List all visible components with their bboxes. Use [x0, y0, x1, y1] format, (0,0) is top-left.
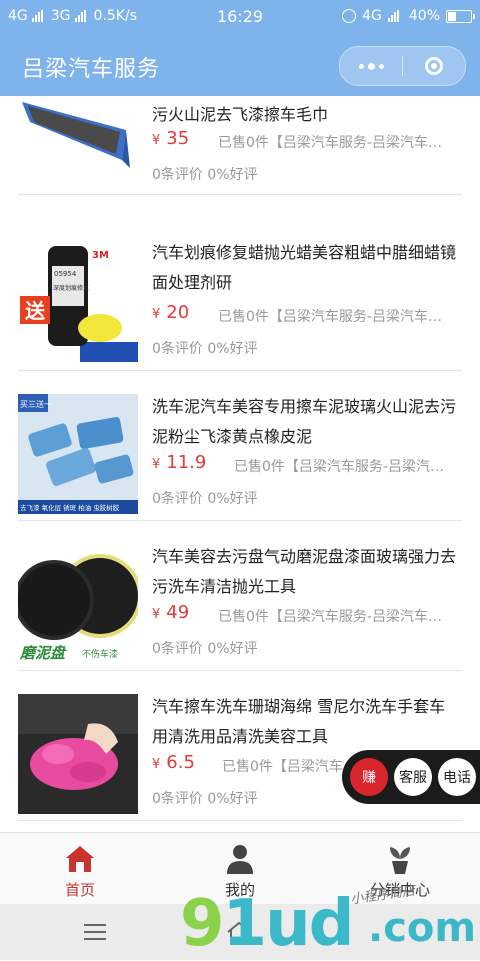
review-info: 0条评价 0%好评 [152, 167, 258, 183]
currency-symbol: ¥ [152, 133, 161, 148]
tab-mine[interactable]: 我的 [160, 833, 320, 905]
towel-image [18, 96, 138, 192]
miniprogram-capsule [339, 46, 466, 86]
tab-bar: 首页 我的 分销中心 [0, 832, 480, 905]
currency-symbol: ¥ [152, 457, 161, 472]
sold-info: 已售0件【吕梁汽车服务-吕梁汽… [234, 459, 444, 475]
product-price: ¥49 [152, 602, 189, 623]
menu-icon[interactable] [84, 924, 106, 940]
product-image[interactable]: 3M 05954 深度划痕修复 送 [18, 242, 138, 362]
system-nav-bar [0, 904, 480, 960]
battery-percent: 40% [408, 8, 440, 24]
product-item[interactable]: 磨泥盘 不伤车漆 汽车美容去污盘气动磨泥盘漆面玻璃强力去污洗车清洁抛光工具 ¥4… [0, 522, 480, 672]
currency-symbol: ¥ [152, 757, 161, 772]
currency-symbol: ¥ [152, 307, 161, 322]
alarm-icon [342, 9, 357, 23]
earn-button[interactable]: 赚 [350, 758, 388, 796]
sold-info: 已售0件【吕梁汽车 [222, 759, 343, 775]
price-value: 49 [166, 602, 190, 623]
product-title[interactable]: 洗车泥汽车美容专用擦车泥玻璃火山泥去污泥粉尘飞漆黄点橡皮泥 [152, 392, 457, 452]
product-image[interactable] [18, 694, 138, 814]
divider [18, 820, 462, 821]
label-text: 磨泥盘 [19, 644, 67, 662]
price-value: 20 [166, 302, 190, 323]
sub-label-text: 不伤车漆 [82, 648, 118, 660]
product-price: ¥35 [152, 128, 189, 149]
customer-service-button[interactable]: 客服 [394, 758, 432, 796]
phone-button[interactable]: 电话 [438, 758, 476, 796]
price-value: 6.5 [166, 752, 195, 773]
product-title[interactable]: 汽车划痕修复蜡抛光蜡美容粗蜡中腊细蜡镜面处理剂研 [152, 238, 457, 298]
battery-icon [446, 9, 475, 23]
sold-info: 已售0件【吕梁汽车服务-吕梁汽车… [218, 309, 442, 325]
system-home-icon[interactable] [226, 920, 252, 944]
review-info: 0条评价 0%好评 [152, 341, 258, 357]
status-bar: 4G 3G 0.5K/s 16:29 4G 40% [0, 0, 480, 34]
tab-label: 分销中心 [369, 881, 430, 899]
product-image[interactable]: 磨泥盘 不伤车漆 [18, 544, 138, 664]
product-title[interactable]: 汽车美容保养磨泥毛巾粘土布魔泥布洗车去污火山泥去飞漆擦车毛巾 [152, 96, 457, 130]
tab-distribution[interactable]: 分销中心 [320, 833, 480, 905]
product-price: ¥20 [152, 302, 189, 323]
dot-icon [367, 62, 375, 70]
product-image[interactable] [18, 96, 138, 192]
page-title: 吕梁汽车服务 [22, 57, 161, 82]
sold-info: 已售0件【吕梁汽车服务-吕梁汽车… [218, 135, 442, 151]
close-button[interactable] [403, 47, 465, 85]
tab-home[interactable]: 首页 [0, 833, 160, 905]
sold-info: 已售0件【吕梁汽车服务-吕梁汽车… [218, 609, 442, 625]
label-text: 深度划痕修复 [53, 284, 89, 292]
product-title[interactable]: 汽车擦车洗车珊瑚海绵 雪尼尔洗车手套车用清洗用品清洗美容工具 [152, 692, 457, 752]
price-value: 35 [166, 128, 190, 149]
clay-bar-image: 买三送一 去飞漆 氧化层 锈斑 柏油 虫胶树胶 [18, 394, 138, 514]
close-circle-icon [425, 57, 443, 75]
product-item[interactable]: 汽车美容保养磨泥毛巾粘土布魔泥布洗车去污火山泥去飞漆擦车毛巾 ¥35 已售0件【… [0, 96, 480, 222]
product-image[interactable]: 买三送一 去飞漆 氧化层 锈斑 柏油 虫胶树胶 [18, 394, 138, 514]
review-info: 0条评价 0%好评 [152, 491, 258, 507]
product-list[interactable]: 汽车美容保养磨泥毛巾粘土布魔泥布洗车去污火山泥去飞漆擦车毛巾 ¥35 已售0件【… [0, 96, 480, 832]
more-button[interactable] [340, 47, 402, 85]
gift-stamp-text: 送 [25, 299, 46, 323]
product-item[interactable]: 买三送一 去飞漆 氧化层 锈斑 柏油 虫胶树胶 洗车泥汽车美容专用擦车泥玻璃火山… [0, 372, 480, 522]
divider [18, 670, 462, 671]
plant-icon [390, 847, 410, 874]
currency-symbol: ¥ [152, 607, 161, 622]
person-icon [227, 845, 253, 874]
product-item[interactable]: 3M 05954 深度划痕修复 送 汽车划痕修复蜡抛光蜡美容粗蜡中腊细蜡镜面处理… [0, 222, 480, 372]
promo-tag-text: 买三送一 [20, 399, 52, 409]
review-info: 0条评价 0%好评 [152, 641, 258, 657]
brand-text: 3M [92, 250, 109, 261]
home-icon [66, 846, 94, 872]
product-price: ¥6.5 [152, 752, 195, 773]
status-right: 4G 40% [342, 8, 475, 24]
divider [18, 370, 462, 371]
dot-icon [358, 63, 364, 69]
tab-label: 我的 [224, 881, 255, 899]
polish-bottle-image: 3M 05954 深度划痕修复 送 [18, 242, 138, 362]
signal-icon-3 [387, 10, 399, 22]
dot-icon [378, 63, 384, 69]
network-label-3: 4G [362, 8, 382, 24]
code-text: 05954 [54, 270, 77, 278]
clay-pad-image: 磨泥盘 不伤车漆 [18, 544, 138, 664]
wash-mitt-image [18, 694, 138, 814]
divider [18, 194, 462, 195]
product-title[interactable]: 汽车美容去污盘气动磨泥盘漆面玻璃强力去污洗车清洁抛光工具 [152, 542, 457, 602]
price-value: 11.9 [166, 452, 207, 473]
app-header: 吕梁汽车服务 [0, 34, 480, 96]
product-price: ¥11.9 [152, 452, 206, 473]
floating-action-bar: 赚 客服 电话 [342, 750, 480, 804]
caption-text: 去飞漆 氧化层 锈斑 柏油 虫胶树胶 [20, 503, 120, 512]
divider [18, 520, 462, 521]
review-info: 0条评价 0%好评 [152, 791, 258, 807]
tab-label: 首页 [64, 881, 95, 899]
